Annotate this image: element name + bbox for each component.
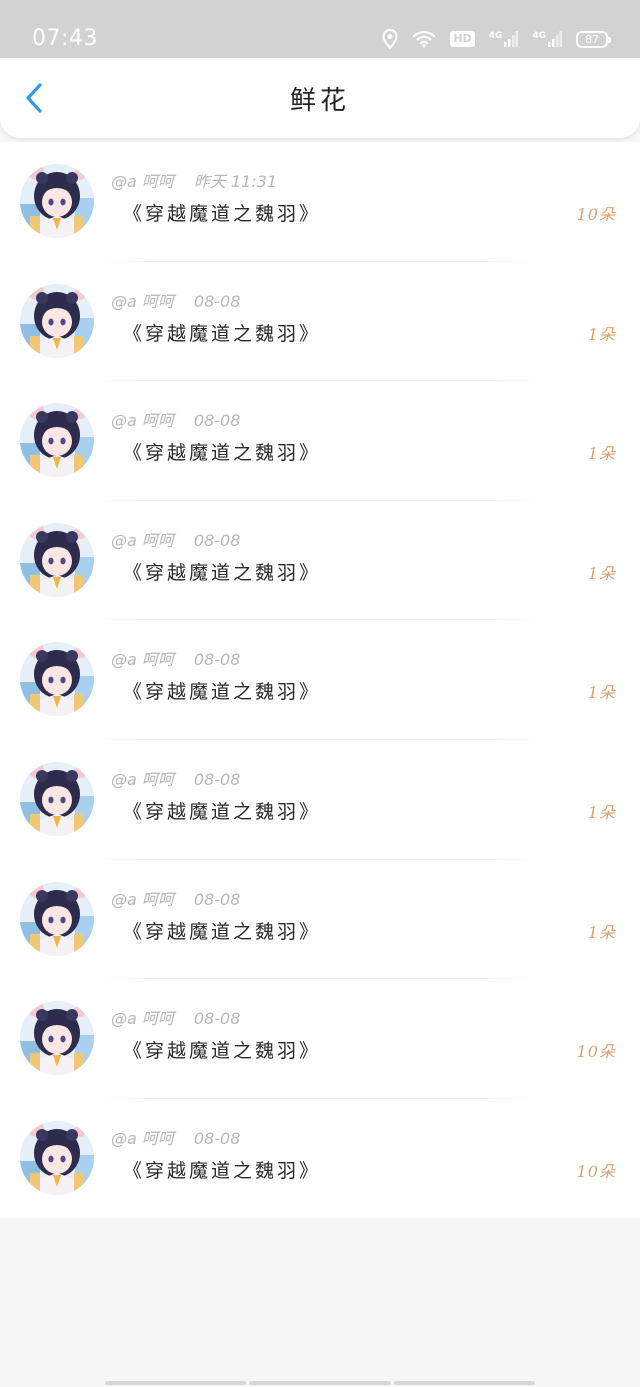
header-bar: 鲜花: [0, 58, 640, 138]
battery-icon: 87: [576, 30, 611, 48]
avatar-image: [20, 642, 94, 717]
username[interactable]: @a 呵呵: [111, 890, 174, 910]
username[interactable]: @a 呵呵: [111, 770, 174, 790]
username[interactable]: @a 呵呵: [111, 172, 174, 192]
wifi-icon: [413, 30, 436, 48]
avatar: [20, 642, 94, 717]
home-indicator[interactable]: [105, 1381, 535, 1385]
home-indicator-segment: [393, 1381, 535, 1385]
list-item[interactable]: @a 呵呵 08-08 《穿越魔道之魏羽》 1朵: [0, 620, 640, 740]
timestamp: 08-08: [193, 1009, 241, 1029]
timestamp: 08-08: [193, 291, 241, 311]
signal-2: 4G: [532, 31, 562, 47]
item-meta: @a 呵呵 08-08: [111, 770, 240, 790]
flower-count: 10朵: [576, 1042, 616, 1062]
network-type-label: 4G: [488, 31, 503, 41]
status-icons: HD 4G 4G 87: [382, 27, 611, 51]
book-title[interactable]: 《穿越魔道之魏羽》: [123, 439, 321, 467]
list-item[interactable]: @a 呵呵 昨天 11:31 《穿越魔道之魏羽》 10朵: [0, 142, 640, 262]
list-item[interactable]: @a 呵呵 08-08 《穿越魔道之魏羽》 1朵: [0, 262, 640, 382]
flower-count: 1朵: [587, 563, 616, 583]
list-item[interactable]: @a 呵呵 08-08 《穿越魔道之魏羽》 1朵: [0, 501, 640, 621]
item-meta: @a 呵呵 08-08: [111, 890, 240, 910]
book-title[interactable]: 《穿越魔道之魏羽》: [123, 200, 321, 228]
avatar-image: [20, 881, 94, 956]
username[interactable]: @a 呵呵: [111, 292, 174, 312]
signal-icon: [548, 31, 562, 47]
item-meta: @a 呵呵 08-08: [111, 650, 240, 670]
flower-record-list: @a 呵呵 昨天 11:31 《穿越魔道之魏羽》 10朵 @a 呵呵 08-08…: [0, 142, 640, 1219]
page-title: 鲜花: [289, 86, 350, 116]
avatar-image: [20, 522, 94, 597]
home-indicator-segment: [105, 1381, 247, 1385]
flower-count: 1朵: [587, 922, 616, 942]
username[interactable]: @a 呵呵: [111, 1009, 174, 1029]
avatar: [20, 881, 94, 956]
book-title[interactable]: 《穿越魔道之魏羽》: [123, 1157, 321, 1185]
avatar: [20, 164, 94, 238]
status-bar: 07:43 HD 4G 4G 87: [0, 0, 640, 58]
hd-badge: HD: [450, 31, 475, 47]
book-title[interactable]: 《穿越魔道之魏羽》: [123, 918, 321, 946]
flower-count: 10朵: [576, 205, 616, 224]
flower-count: 1朵: [587, 324, 616, 344]
timestamp: 08-08: [193, 769, 241, 789]
avatar-image: [20, 761, 94, 836]
username[interactable]: @a 呵呵: [111, 1129, 174, 1149]
timestamp: 08-08: [193, 530, 241, 550]
flower-count: 1朵: [587, 444, 616, 464]
avatar-image: [20, 1120, 94, 1195]
book-title[interactable]: 《穿越魔道之魏羽》: [123, 678, 321, 706]
list-item[interactable]: @a 呵呵 08-08 《穿越魔道之魏羽》 1朵: [0, 740, 640, 860]
item-meta: @a 呵呵 08-08: [111, 1129, 240, 1149]
avatar-image: [20, 164, 94, 238]
username[interactable]: @a 呵呵: [111, 411, 174, 431]
flower-count: 1朵: [587, 802, 616, 822]
list-item[interactable]: @a 呵呵 08-08 《穿越魔道之魏羽》 10朵: [0, 1099, 640, 1219]
status-time: 07:43: [32, 26, 98, 51]
list-item[interactable]: @a 呵呵 08-08 《穿越魔道之魏羽》 1朵: [0, 381, 640, 501]
avatar: [20, 283, 94, 358]
avatar: [20, 1001, 94, 1076]
book-title[interactable]: 《穿越魔道之魏羽》: [123, 320, 321, 348]
book-title[interactable]: 《穿越魔道之魏羽》: [123, 798, 321, 826]
book-title[interactable]: 《穿越魔道之魏羽》: [123, 559, 321, 587]
signal-1: 4G: [489, 31, 519, 47]
item-meta: @a 呵呵 昨天 11:31: [111, 172, 277, 192]
avatar: [20, 403, 94, 478]
avatar-image: [20, 283, 94, 358]
location-icon: [382, 29, 398, 49]
flower-count: 10朵: [576, 1161, 616, 1181]
timestamp: 08-08: [193, 889, 241, 909]
avatar-image: [20, 403, 94, 478]
signal-icon: [504, 31, 519, 47]
item-meta: @a 呵呵 08-08: [111, 411, 240, 431]
item-meta: @a 呵呵 08-08: [111, 1009, 240, 1029]
item-meta: @a 呵呵 08-08: [111, 292, 240, 312]
item-meta: @a 呵呵 08-08: [111, 531, 240, 551]
timestamp: 昨天 11:31: [193, 172, 278, 191]
avatar-image: [20, 1001, 94, 1076]
list-item[interactable]: @a 呵呵 08-08 《穿越魔道之魏羽》 1朵: [0, 860, 640, 980]
avatar: [20, 522, 94, 597]
username[interactable]: @a 呵呵: [111, 650, 174, 670]
list-item[interactable]: @a 呵呵 08-08 《穿越魔道之魏羽》 10朵: [0, 979, 640, 1099]
home-indicator-segment: [249, 1381, 391, 1385]
timestamp: 08-08: [193, 650, 241, 670]
timestamp: 08-08: [193, 1128, 241, 1148]
timestamp: 08-08: [193, 411, 241, 431]
flower-count: 1朵: [587, 683, 616, 703]
username[interactable]: @a 呵呵: [111, 531, 174, 551]
network-type-label: 4G: [532, 31, 546, 41]
book-title[interactable]: 《穿越魔道之魏羽》: [123, 1037, 321, 1065]
avatar: [20, 1120, 94, 1195]
avatar: [20, 761, 94, 836]
